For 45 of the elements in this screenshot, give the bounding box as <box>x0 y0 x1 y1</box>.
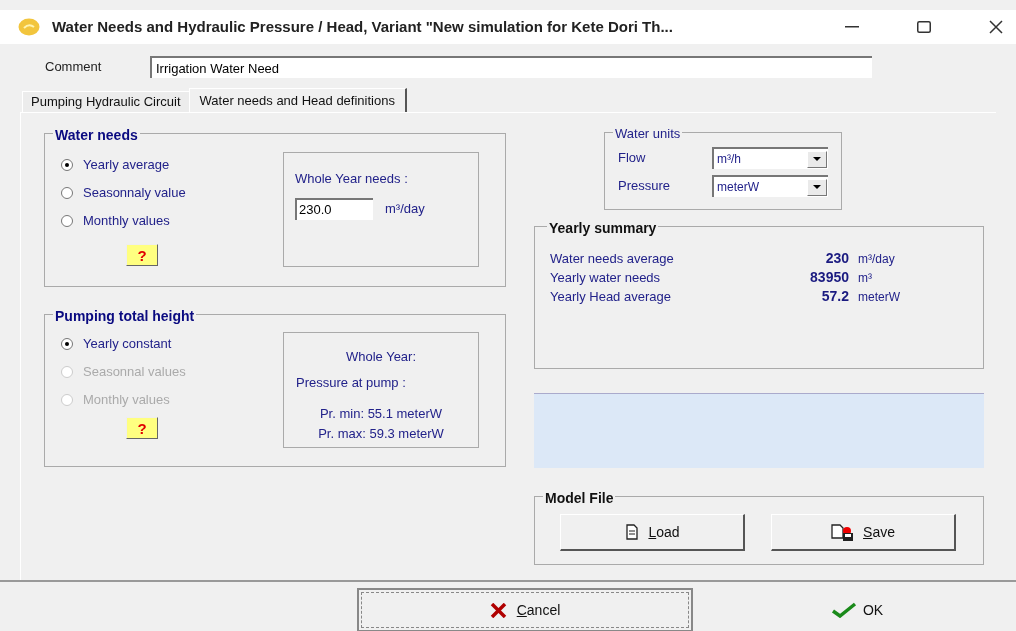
comment-label: Comment <box>45 58 103 77</box>
radio-option[interactable]: Monthly values <box>61 212 283 230</box>
radio-option[interactable]: Seasonnaly value <box>61 184 283 202</box>
cross-icon <box>489 602 507 618</box>
save-document-icon <box>831 523 856 541</box>
tab[interactable]: Water needs and Head definitions <box>188 88 407 112</box>
field-label: Pressure <box>618 177 672 196</box>
unit-label: m³/day <box>385 199 425 218</box>
file-button[interactable]: Save <box>771 514 956 551</box>
comment-field[interactable]: Irrigation Water Need <box>150 56 872 78</box>
help-button[interactable]: ? <box>126 417 158 439</box>
unit-dropdown[interactable]: m³/h <box>712 147 828 169</box>
summary-value: 57.2 <box>820 287 849 306</box>
max-pressure: Pr. max: 59.3 meterW <box>318 424 444 443</box>
summary-label: Yearly Head average <box>550 287 672 306</box>
dropdown-arrow-icon <box>813 157 821 161</box>
close-icon <box>989 20 1003 34</box>
radio-option[interactable]: Yearly average <box>61 156 283 174</box>
whole-year-label: Whole Year needs : <box>295 170 409 188</box>
summary-label: Water needs average <box>550 249 675 268</box>
radio-option[interactable]: Yearly constant <box>61 335 283 353</box>
file-button[interactable]: Load <box>560 514 745 551</box>
summary-unit: meterW <box>858 288 900 306</box>
field-label: Flow <box>618 149 647 168</box>
dialog-button[interactable]: OK <box>699 588 1015 631</box>
unit-dropdown[interactable]: meterW <box>712 175 828 197</box>
pressure-label: Pressure at pump : <box>296 373 406 392</box>
dropdown-arrow-icon <box>813 185 821 189</box>
help-button[interactable]: ? <box>126 244 158 266</box>
value-field[interactable]: 230.0 <box>295 197 373 220</box>
document-icon <box>624 524 641 540</box>
maximize-icon <box>917 21 931 33</box>
whole-year-title: Whole Year: <box>345 348 417 366</box>
minimize-icon <box>845 26 859 28</box>
summary-unit: m³ <box>858 269 872 287</box>
checkmark-icon <box>830 602 857 618</box>
tab[interactable]: Pumping Hydraulic Circuit <box>22 91 189 112</box>
window-title: Water Needs and Hydraulic Pressure / Head, Variant "New simulation for Kete Dori Th... <box>52 16 673 37</box>
summary-value: 83950 <box>809 268 849 287</box>
summary-label: Yearly water needs <box>550 268 662 287</box>
summary-unit: m³/day <box>858 250 895 268</box>
min-pressure: Pr. min: 55.1 meterW <box>319 405 443 423</box>
dialog-button[interactable]: Cancel <box>357 588 693 631</box>
summary-value: 230 <box>824 249 849 268</box>
app-icon <box>18 18 40 36</box>
